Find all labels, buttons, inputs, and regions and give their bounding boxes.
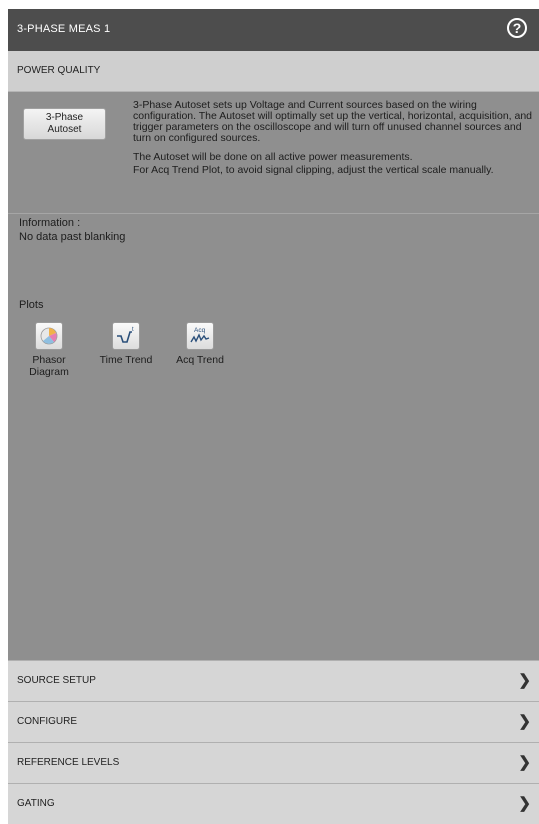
plots-label: Plots	[19, 299, 44, 311]
help-icon[interactable]: ?	[507, 18, 527, 38]
phasor-diagram-label-line1: Phasor	[32, 354, 66, 366]
acq-trend-button[interactable]: Acq Acq Trend	[170, 322, 230, 366]
description-para1: 3-Phase Autoset sets up Voltage and Curr…	[133, 99, 533, 144]
configure-section[interactable]: CONFIGURE ❯	[8, 701, 539, 742]
phasor-diagram-icon	[35, 322, 63, 350]
reference-levels-label: REFERENCE LEVELS	[17, 757, 120, 768]
description-para2: The Autoset will be done on all active p…	[133, 151, 413, 163]
configure-label: CONFIGURE	[17, 716, 77, 727]
power-quality-header[interactable]: POWER QUALITY	[8, 51, 539, 92]
source-setup-label: SOURCE SETUP	[17, 675, 96, 686]
information-label: Information :	[19, 217, 81, 229]
divider	[8, 213, 539, 214]
autoset-description: 3-Phase Autoset sets up Voltage and Curr…	[133, 100, 533, 184]
panel-title: 3-PHASE MEAS 1	[17, 23, 111, 35]
acq-icon-text: Acq	[194, 327, 206, 334]
chevron-right-icon: ❯	[518, 672, 531, 689]
acq-trend-label: Acq Trend	[176, 354, 224, 366]
three-phase-autoset-button[interactable]: 3-Phase Autoset	[23, 108, 106, 140]
information-value: No data past blanking	[19, 231, 126, 243]
time-trend-icon: t	[112, 322, 140, 350]
three-phase-meas-panel: 3-PHASE MEAS 1 ? POWER QUALITY 3-Phase A…	[8, 9, 539, 824]
chevron-right-icon: ❯	[518, 713, 531, 730]
phasor-diagram-label-line2: Diagram	[29, 366, 69, 378]
autoset-button-line2: Autoset	[47, 124, 82, 135]
phasor-diagram-button[interactable]: Phasor Diagram	[19, 322, 79, 378]
chevron-right-icon: ❯	[518, 795, 531, 812]
time-trend-button[interactable]: t Time Trend	[96, 322, 156, 366]
power-quality-label: POWER QUALITY	[17, 65, 101, 76]
gating-section[interactable]: GATING ❯	[8, 783, 539, 824]
svg-text:t: t	[132, 327, 134, 333]
chevron-right-icon: ❯	[518, 754, 531, 771]
title-bar: 3-PHASE MEAS 1 ?	[8, 9, 539, 51]
acq-trend-icon: Acq	[186, 322, 214, 350]
reference-levels-section[interactable]: REFERENCE LEVELS ❯	[8, 742, 539, 783]
source-setup-section[interactable]: SOURCE SETUP ❯	[8, 660, 539, 701]
gating-label: GATING	[17, 798, 55, 809]
autoset-button-line1: 3-Phase	[45, 112, 84, 123]
time-trend-label: Time Trend	[99, 354, 153, 366]
description-para3: For Acq Trend Plot, to avoid signal clip…	[133, 164, 494, 176]
